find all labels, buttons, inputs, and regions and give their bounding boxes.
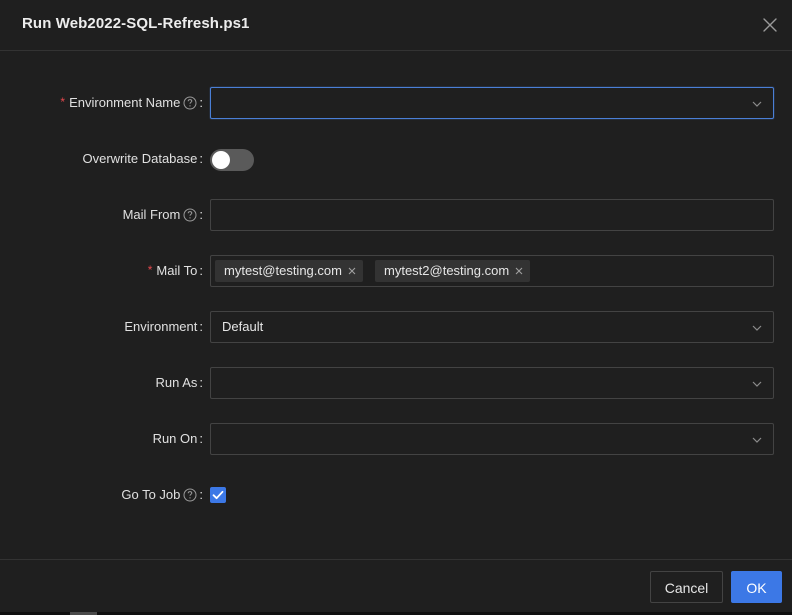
- mail-to-tag: mytest2@testing.com: [375, 260, 531, 282]
- label-colon: :: [199, 431, 203, 446]
- environment-name-label: * Environment Name :: [60, 87, 203, 119]
- close-button[interactable]: [760, 15, 780, 35]
- help-icon[interactable]: [183, 488, 197, 502]
- label-colon: :: [199, 319, 203, 334]
- chevron-down-icon: [751, 378, 763, 390]
- environment-label: Environment :: [124, 311, 203, 343]
- chevron-down-icon: [751, 98, 763, 110]
- label-colon: :: [199, 487, 203, 502]
- overwrite-database-label-text: Overwrite Database: [82, 151, 198, 166]
- mail-to-tag: mytest@testing.com: [215, 260, 363, 282]
- run-as-label: Run As :: [155, 367, 203, 399]
- required-mark: *: [60, 95, 66, 109]
- go-to-job-label-text: Go To Job: [121, 487, 181, 502]
- environment-name-row: * Environment Name :: [0, 87, 792, 119]
- label-colon: :: [199, 151, 203, 166]
- mail-to-tag-text: mytest@testing.com: [224, 263, 342, 278]
- close-icon: [763, 18, 777, 32]
- environment-label-text: Environment: [124, 319, 198, 334]
- run-as-select[interactable]: [210, 367, 774, 399]
- environment-name-label-text: Environment Name: [69, 95, 181, 110]
- run-on-row: Run On :: [0, 423, 792, 455]
- environment-select[interactable]: Default: [210, 311, 774, 343]
- run-as-row: Run As :: [0, 367, 792, 399]
- environment-row: Environment : Default: [0, 311, 792, 343]
- label-colon: :: [199, 95, 203, 110]
- run-on-label-text: Run On: [152, 431, 198, 446]
- run-on-label: Run On :: [153, 423, 203, 455]
- label-colon: :: [199, 207, 203, 222]
- chevron-down-icon: [751, 322, 763, 334]
- overwrite-database-row: Overwrite Database :: [0, 143, 792, 175]
- check-icon: [212, 490, 224, 500]
- label-colon: :: [199, 263, 203, 278]
- run-as-label-text: Run As: [155, 375, 198, 390]
- mail-from-input-wrapper: [210, 199, 774, 231]
- go-to-job-row: Go To Job :: [0, 479, 792, 511]
- run-on-select[interactable]: [210, 423, 774, 455]
- mail-to-tag-text: mytest2@testing.com: [384, 263, 510, 278]
- overwrite-database-label: Overwrite Database :: [82, 143, 203, 175]
- ok-button[interactable]: OK: [731, 571, 782, 603]
- dialog-footer: Cancel OK: [0, 559, 792, 612]
- mail-from-row: Mail From :: [0, 199, 792, 231]
- toggle-knob: [212, 151, 230, 169]
- mail-to-tags-input[interactable]: mytest@testing.com mytest2@testing.com: [210, 255, 774, 287]
- dialog-header: Run Web2022-SQL-Refresh.ps1: [0, 0, 792, 51]
- mail-from-label-text: Mail From: [122, 207, 181, 222]
- close-icon[interactable]: [347, 266, 357, 276]
- environment-name-select[interactable]: [210, 87, 774, 119]
- chevron-down-icon: [751, 434, 763, 446]
- go-to-job-label: Go To Job :: [121, 479, 203, 511]
- dialog-title: Run Web2022-SQL-Refresh.ps1: [22, 15, 250, 32]
- help-icon[interactable]: [183, 208, 197, 222]
- overwrite-database-toggle[interactable]: [210, 149, 254, 171]
- close-icon[interactable]: [514, 266, 524, 276]
- help-icon[interactable]: [183, 96, 197, 110]
- mail-to-row: * Mail To : mytest@testing.com mytest2@t…: [0, 255, 792, 287]
- mail-from-input[interactable]: [211, 200, 773, 230]
- environment-value: Default: [222, 319, 264, 334]
- required-mark: *: [147, 263, 153, 277]
- mail-to-label-text: Mail To: [156, 263, 198, 278]
- run-script-dialog: Run Web2022-SQL-Refresh.ps1 * Environmen…: [0, 0, 792, 612]
- mail-to-label: * Mail To :: [148, 255, 203, 287]
- cancel-button[interactable]: Cancel: [650, 571, 723, 603]
- label-colon: :: [199, 375, 203, 390]
- mail-from-label: Mail From :: [123, 199, 203, 231]
- go-to-job-checkbox[interactable]: [210, 487, 226, 503]
